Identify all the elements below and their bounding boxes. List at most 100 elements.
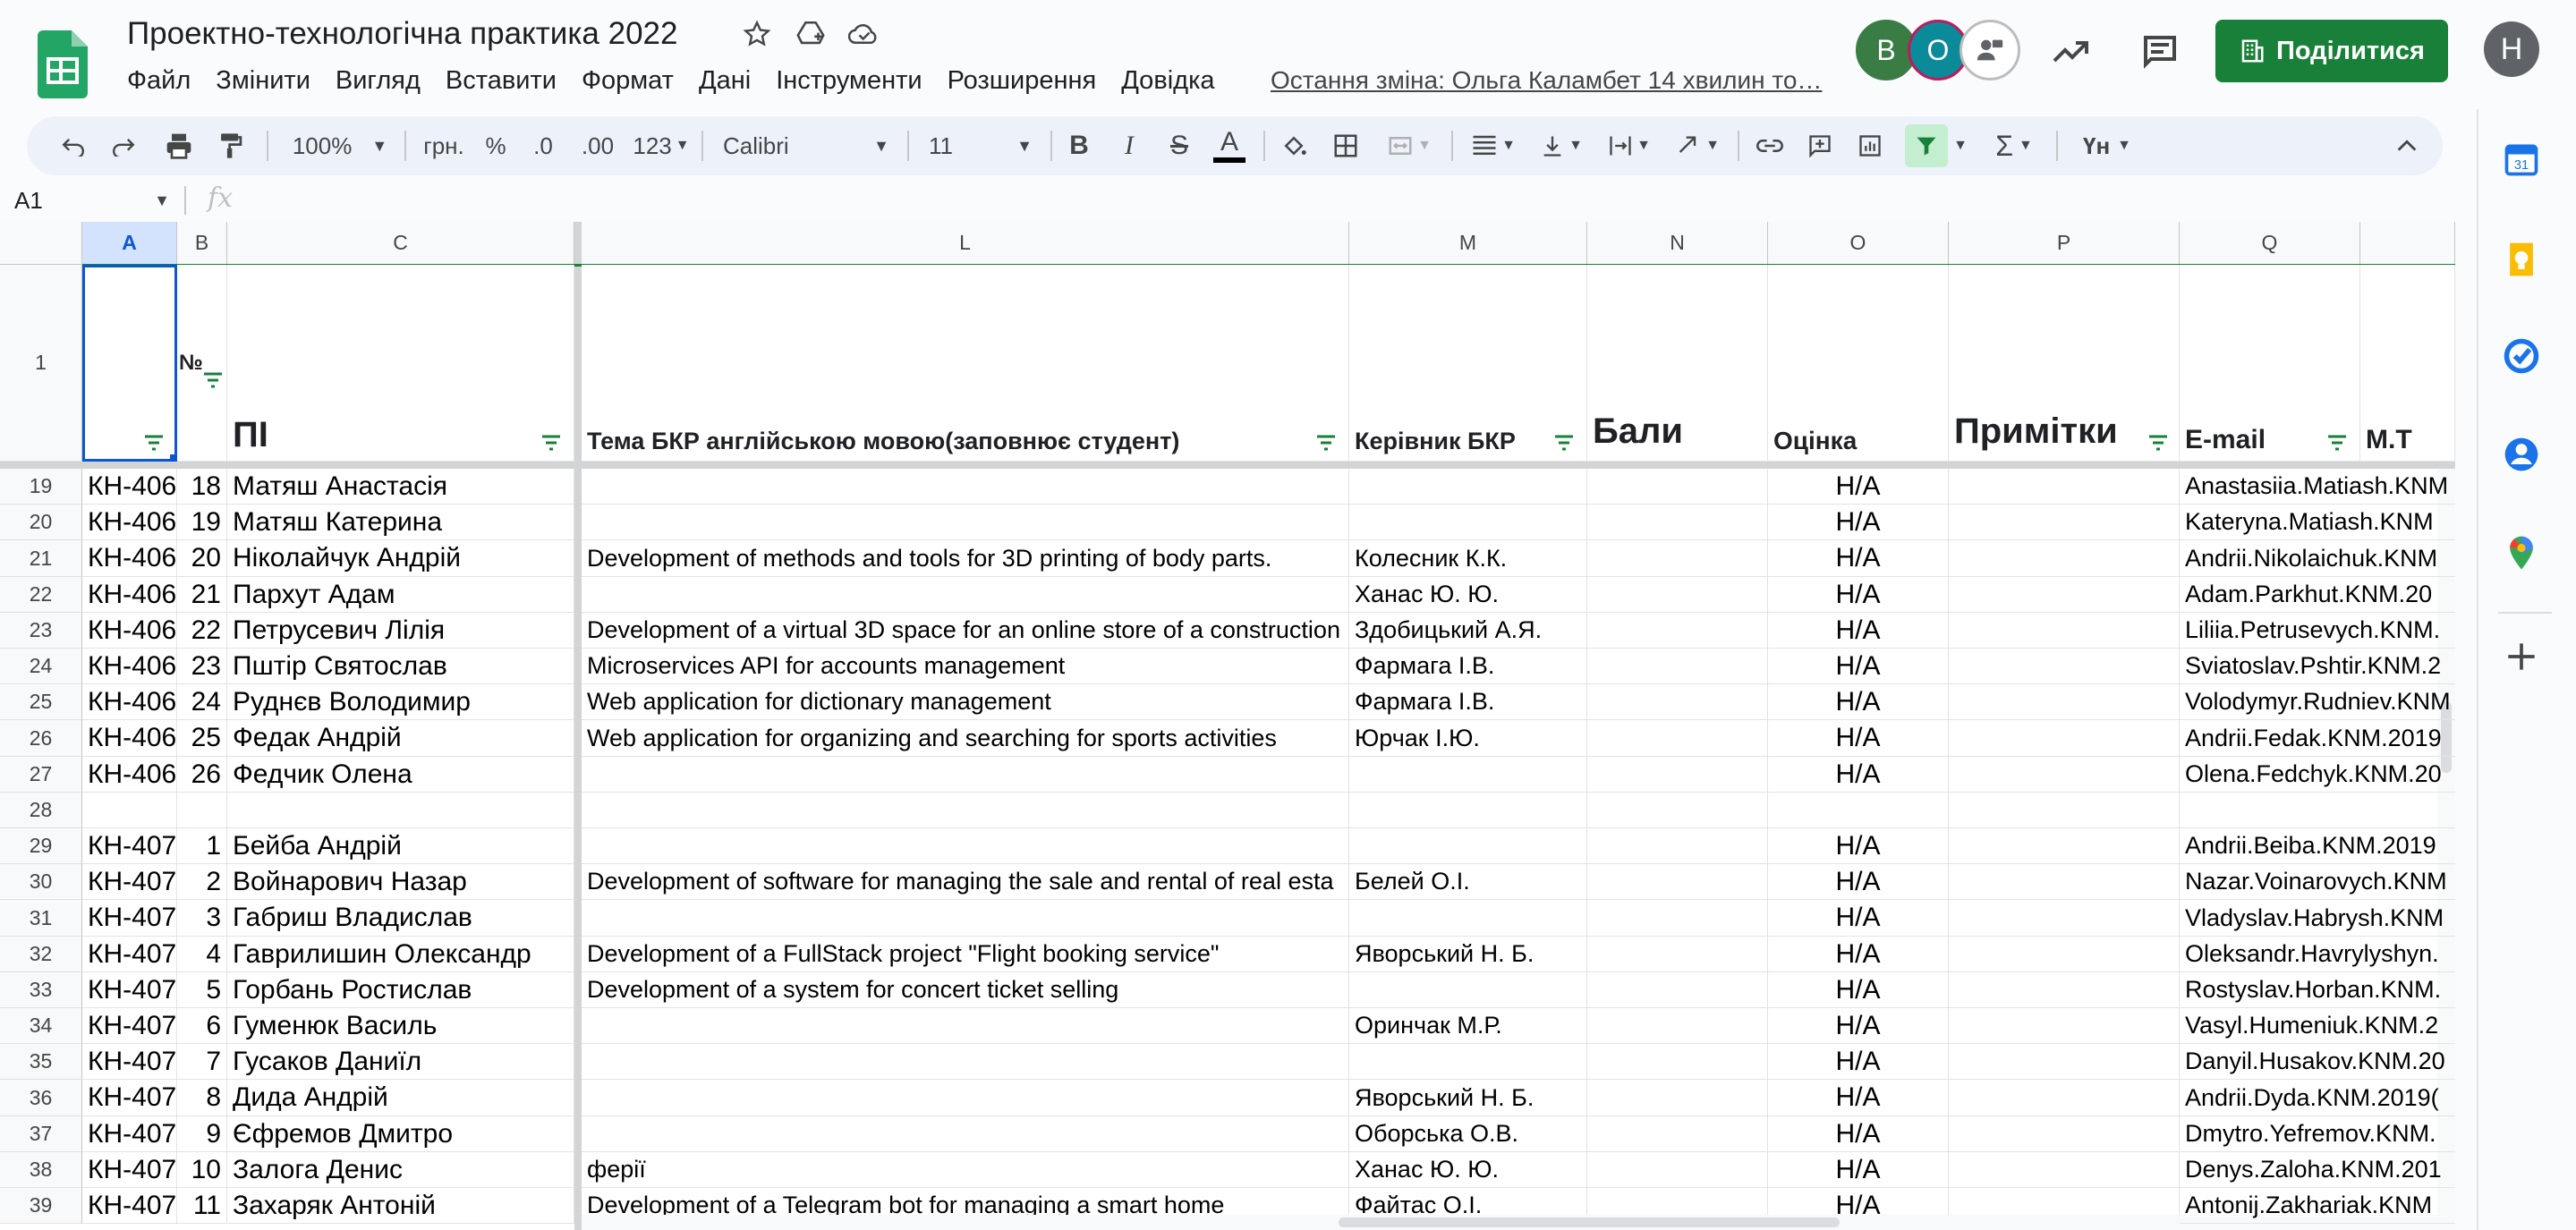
menu-extensions[interactable]: Розширення [935, 64, 1109, 97]
cell-M-26[interactable]: Юрчак І.Ю. [1349, 720, 1587, 757]
merge-cells-icon[interactable]: ▼ [1378, 116, 1441, 175]
cell-O-38[interactable]: Н/А [1768, 1152, 1949, 1188]
cell-M-30[interactable]: Белей О.І. [1349, 864, 1587, 900]
cell-L-26[interactable]: Web application for organizing and searc… [582, 720, 1349, 757]
row-header-33[interactable]: 33 [0, 972, 82, 1008]
document-title[interactable]: Проектно-технологічна практика 2022 [127, 16, 677, 52]
cell-O-25[interactable]: Н/А [1768, 684, 1949, 720]
cell-B-31[interactable]: 3 [177, 900, 227, 937]
cell-Q-38[interactable]: Denys.Zaloha.KNM.201 [2180, 1152, 2455, 1188]
cell-A-28[interactable] [82, 793, 177, 828]
row-header-26[interactable]: 26 [0, 720, 82, 757]
column-header-O[interactable]: O [1768, 222, 1949, 265]
cell-O-27[interactable]: Н/А [1768, 757, 1949, 793]
cell-N-38[interactable] [1587, 1152, 1768, 1188]
cell-L-28[interactable] [582, 793, 1349, 828]
borders-icon[interactable] [1326, 116, 1365, 175]
row-header-35[interactable]: 35 [0, 1044, 82, 1080]
account-avatar[interactable]: Н [2484, 21, 2539, 77]
cell-P-30[interactable] [1949, 864, 2180, 900]
cell-C-25[interactable]: Руднєв Володимир [227, 684, 574, 720]
print-icon[interactable] [161, 116, 197, 175]
cell-P-27[interactable] [1949, 757, 2180, 793]
collapse-toolbar-icon[interactable] [2389, 116, 2425, 175]
menu-insert[interactable]: Вставити [433, 64, 569, 97]
cell-B-23[interactable]: 22 [177, 613, 227, 649]
currency-format-button[interactable]: грн. [415, 116, 472, 175]
redo-icon[interactable] [106, 116, 141, 175]
column-header-N[interactable]: N [1587, 222, 1768, 265]
cell-B-39[interactable]: 11 [177, 1188, 227, 1224]
keep-icon[interactable] [2502, 240, 2545, 283]
cell-O-37[interactable]: Н/А [1768, 1116, 1949, 1152]
cell-L-23[interactable]: Development of a virtual 3D space for an… [582, 613, 1349, 649]
font-size-select[interactable]: 11 ▼ [918, 116, 1043, 175]
cell-Q-39[interactable]: Antonij.Zakhariak.KNM [2180, 1188, 2455, 1224]
menu-help[interactable]: Довідка [1109, 64, 1227, 97]
column-header-R[interactable] [2360, 222, 2455, 265]
cell-N-19[interactable] [1587, 469, 1768, 505]
horizontal-align-icon[interactable]: ▼ [1462, 116, 1525, 175]
cell-N-36[interactable] [1587, 1080, 1768, 1116]
strikethrough-button[interactable]: S [1161, 116, 1197, 175]
cell-O-23[interactable]: Н/А [1768, 613, 1949, 649]
cell-M-28[interactable] [1349, 793, 1587, 828]
insert-chart-icon[interactable] [1850, 116, 1890, 175]
header-cell-L[interactable]: Тема БКР англійською мовою(заповнює студ… [582, 265, 1349, 462]
paint-format-icon[interactable] [213, 116, 249, 175]
cell-L-24[interactable]: Microservices API for accounts managemen… [582, 649, 1349, 684]
cell-B-32[interactable]: 4 [177, 937, 227, 972]
cell-Q-32[interactable]: Oleksandr.Havrylyshyn. [2180, 937, 2455, 972]
cell-C-35[interactable]: Гусаков Даниїл [227, 1044, 574, 1080]
column-header-M[interactable]: M [1349, 222, 1587, 265]
cell-C-38[interactable]: Залога Денис [227, 1152, 574, 1188]
column-filter-icon[interactable] [2326, 435, 2348, 451]
cell-P-34[interactable] [1949, 1008, 2180, 1044]
cell-L-27[interactable] [582, 757, 1349, 793]
decrease-decimal-button[interactable]: .0 [523, 116, 564, 175]
horizontal-scrollbar[interactable] [582, 1215, 2437, 1230]
column-filter-icon[interactable] [143, 435, 165, 451]
cell-B-34[interactable]: 6 [177, 1008, 227, 1044]
cell-P-35[interactable] [1949, 1044, 2180, 1080]
cell-Q-22[interactable]: Adam.Parkhut.KNM.20 [2180, 577, 2455, 613]
row-header-39[interactable]: 39 [0, 1188, 82, 1224]
cell-P-24[interactable] [1949, 649, 2180, 684]
cell-C-26[interactable]: Федак Андрій [227, 720, 574, 757]
menu-tools[interactable]: Інструменти [763, 64, 934, 97]
last-edit-link[interactable]: Остання зміна: Ольга Каламбет 14 хвилин … [1271, 64, 1822, 97]
cell-C-30[interactable]: Войнарович Назар [227, 864, 574, 900]
cell-O-31[interactable]: Н/А [1768, 900, 1949, 937]
cell-A-31[interactable]: КН-407 [82, 900, 177, 937]
cell-P-36[interactable] [1949, 1080, 2180, 1116]
cell-B-36[interactable]: 8 [177, 1080, 227, 1116]
cell-A-24[interactable]: КН-406 [82, 649, 177, 684]
cell-B-22[interactable]: 21 [177, 577, 227, 613]
menu-data[interactable]: Дані [686, 64, 763, 97]
row-header-20[interactable]: 20 [0, 505, 82, 540]
cell-O-34[interactable]: Н/А [1768, 1008, 1949, 1044]
cell-B-33[interactable]: 5 [177, 972, 227, 1008]
cell-A-20[interactable]: КН-406 [82, 505, 177, 540]
row-header-36[interactable]: 36 [0, 1080, 82, 1116]
cell-M-19[interactable] [1349, 469, 1587, 505]
share-button[interactable]: Поділитися [2215, 20, 2448, 82]
row-header-23[interactable]: 23 [0, 613, 82, 649]
menu-file[interactable]: Файл [127, 64, 203, 97]
cell-L-33[interactable]: Development of a system for concert tick… [582, 972, 1349, 1008]
cell-L-35[interactable] [582, 1044, 1349, 1080]
cell-N-23[interactable] [1587, 613, 1768, 649]
cell-A-35[interactable]: КН-407 [82, 1044, 177, 1080]
cell-P-25[interactable] [1949, 684, 2180, 720]
text-rotation-icon[interactable]: ▼ [1666, 116, 1729, 175]
cell-B-21[interactable]: 20 [177, 540, 227, 577]
cell-Q-23[interactable]: Liliia.Petrusevych.KNM. [2180, 613, 2455, 649]
cell-M-22[interactable]: Ханас Ю. Ю. [1349, 577, 1587, 613]
cell-L-25[interactable]: Web application for dictionary managemen… [582, 684, 1349, 720]
cell-O-35[interactable]: Н/А [1768, 1044, 1949, 1080]
column-header-C[interactable]: C [227, 222, 574, 265]
cell-M-35[interactable] [1349, 1044, 1587, 1080]
cell-N-37[interactable] [1587, 1116, 1768, 1152]
calendar-icon[interactable]: 31 [2502, 140, 2545, 182]
drive-move-icon[interactable] [791, 14, 830, 54]
